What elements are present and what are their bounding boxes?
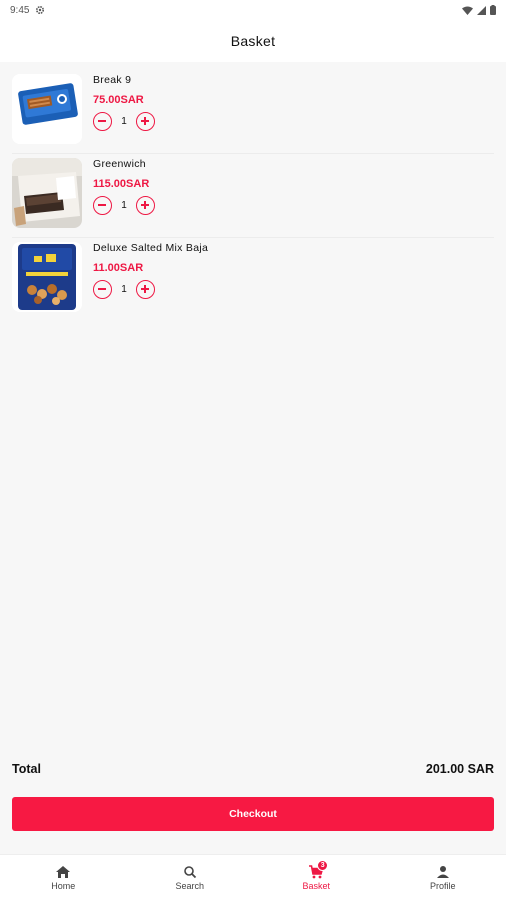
search-icon (183, 865, 196, 878)
product-name: Deluxe Salted Mix Baja (93, 242, 209, 254)
person-icon (436, 865, 449, 878)
increase-quantity-button[interactable] (136, 196, 155, 215)
nav-item-profile[interactable]: Profile (380, 855, 506, 900)
checkout-button[interactable]: Checkout (12, 797, 494, 831)
nav-label-home: Home (51, 880, 76, 891)
increase-quantity-button[interactable] (136, 280, 155, 299)
increase-quantity-button[interactable] (136, 112, 155, 131)
basket-list: Break 9 75.00SAR 1 Greenwich 115.00SAR 1… (12, 70, 494, 322)
wifi-icon (462, 6, 473, 15)
decrease-quantity-button[interactable] (93, 112, 112, 131)
basket-item: Deluxe Salted Mix Baja 11.00SAR 1 (12, 238, 494, 322)
quantity-stepper: 1 (93, 112, 155, 131)
product-image (12, 74, 82, 144)
nav-label-basket: Basket (302, 880, 330, 891)
battery-icon (490, 5, 496, 15)
nav-label-search: Search (175, 880, 205, 891)
signal-icon (477, 5, 486, 15)
cart-icon-wrapper: 3 (308, 859, 329, 879)
product-name: Greenwich (93, 158, 146, 170)
bottom-nav: Home Search 3 Basket Profile (0, 854, 506, 900)
nav-item-search[interactable]: Search (127, 855, 254, 900)
quantity-stepper: 1 (93, 280, 208, 299)
quantity-value: 1 (121, 116, 127, 127)
product-image (12, 158, 82, 228)
quantity-value: 1 (121, 284, 127, 295)
app-bar: Basket (0, 20, 506, 62)
basket-item: Greenwich 115.00SAR 1 (12, 154, 494, 238)
basket-count-badge: 3 (317, 859, 329, 871)
nav-label-profile: Profile (429, 880, 456, 891)
nav-item-basket[interactable]: 3 Basket (253, 855, 380, 900)
quantity-value: 1 (121, 200, 127, 211)
decrease-quantity-button[interactable] (93, 280, 112, 299)
product-image (12, 242, 82, 312)
total-value: 201.00 SAR (425, 762, 494, 776)
home-icon (56, 865, 71, 878)
product-name: Break 9 (93, 74, 132, 86)
product-price: 11.00SAR (93, 262, 144, 274)
status-time: 9:45 (10, 4, 30, 16)
basket-item: Break 9 75.00SAR 1 (12, 70, 494, 154)
product-price: 115.00SAR (93, 178, 150, 190)
quantity-stepper: 1 (93, 196, 155, 215)
decrease-quantity-button[interactable] (93, 196, 112, 215)
status-bar: 9:45 (0, 0, 506, 20)
product-price: 75.00SAR (93, 94, 144, 106)
page-title: Basket (230, 33, 276, 49)
nav-item-home[interactable]: Home (0, 855, 127, 900)
total-row: Total 201.00 SAR (12, 762, 494, 776)
gear-icon (36, 5, 45, 15)
total-label: Total (12, 762, 41, 776)
